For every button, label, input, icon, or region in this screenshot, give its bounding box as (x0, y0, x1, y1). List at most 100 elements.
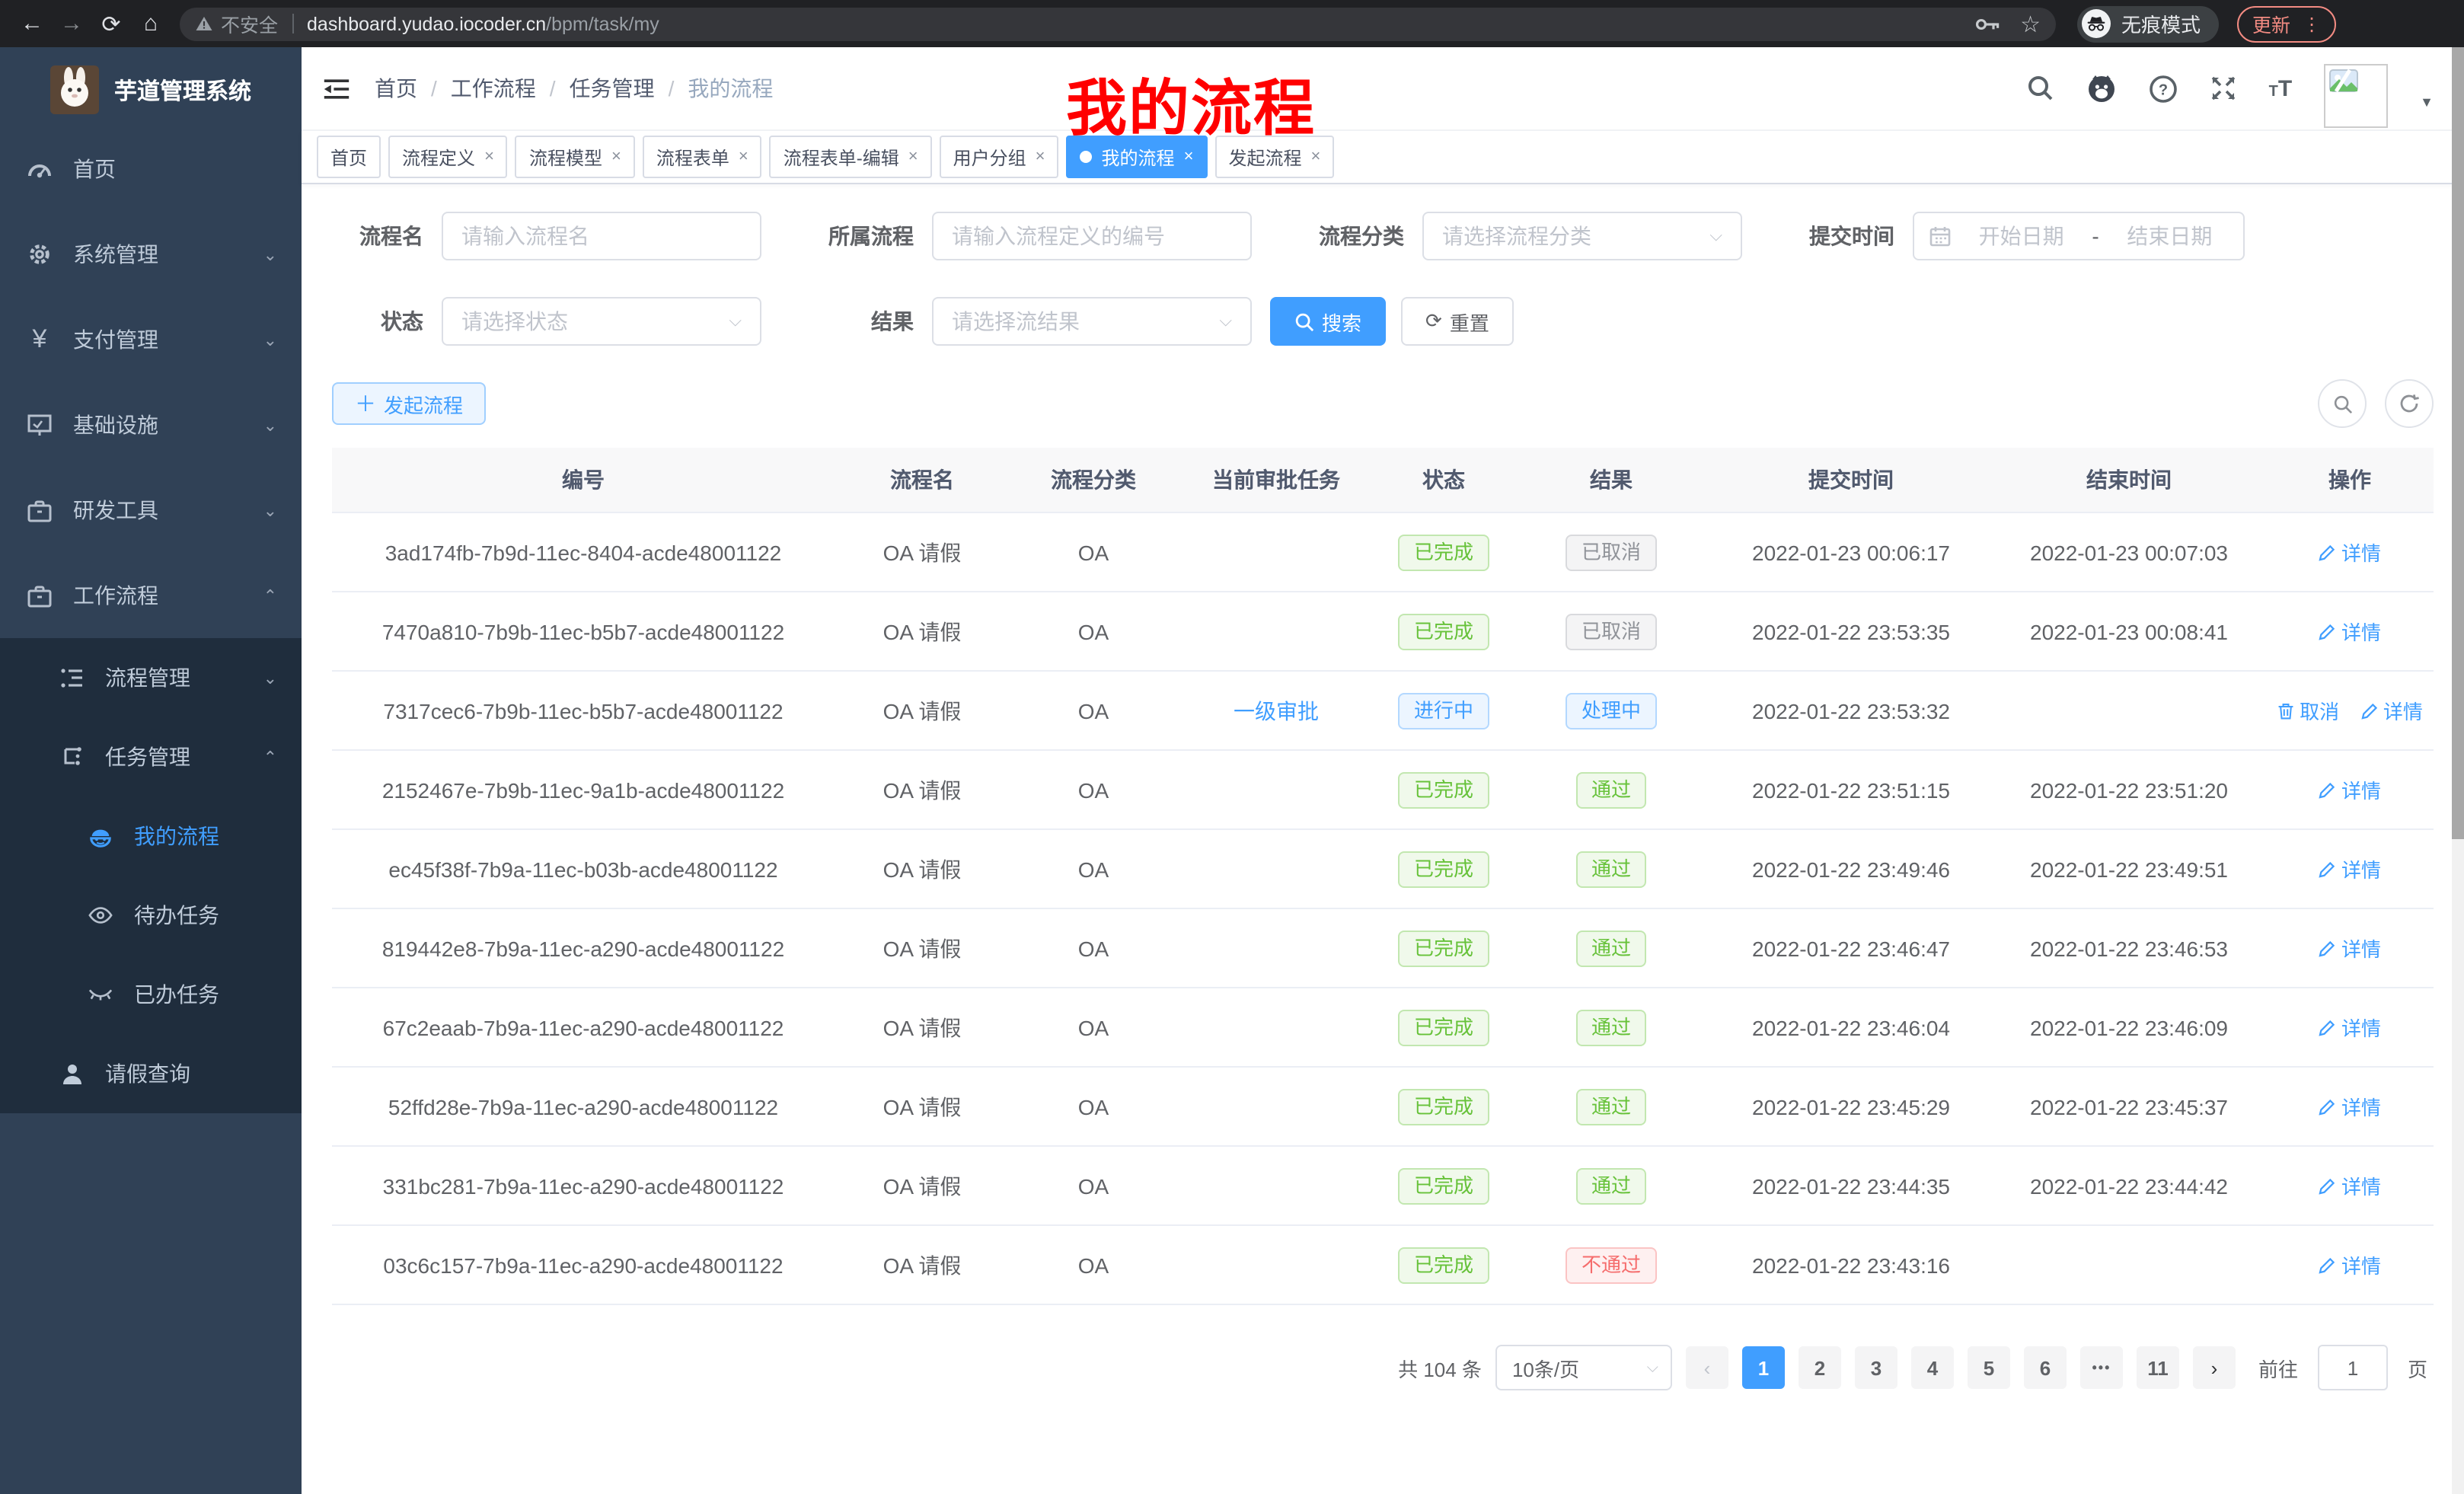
key-icon[interactable] (1974, 16, 1999, 31)
sidebar-item-system[interactable]: 系统管理 ⌄ (0, 212, 302, 297)
cancel-link[interactable]: 取消 (2277, 696, 2339, 725)
page-button-5[interactable]: 5 (1968, 1346, 2010, 1389)
page-button-4[interactable]: 4 (1911, 1346, 1954, 1389)
tab-process-form[interactable]: 流程表单× (643, 136, 762, 178)
help-icon[interactable]: ? (2149, 74, 2178, 103)
tab-my-process-active[interactable]: 我的流程× (1067, 136, 1208, 178)
avatar-caret-icon[interactable]: ▼ (2420, 94, 2434, 110)
col-header: 提交时间 (1710, 448, 1992, 512)
incognito-label: 无痕模式 (2121, 9, 2201, 38)
refresh-table-button[interactable] (2385, 379, 2434, 428)
github-icon[interactable] (2086, 73, 2117, 104)
font-size-icon[interactable]: TT (2269, 75, 2293, 101)
detail-link[interactable]: 详情 (2319, 1013, 2381, 1042)
detail-link[interactable]: 详情 (2319, 1171, 2381, 1200)
detail-link[interactable]: 详情 (2319, 934, 2381, 962)
plus-icon: ＋ (355, 388, 376, 419)
edit-icon (2319, 860, 2337, 878)
table-row: 7470a810-7b9b-11ec-b5b7-acde48001122 OA … (332, 592, 2434, 671)
submit-time-range-picker[interactable]: 开始日期 - 结束日期 (1913, 212, 2245, 260)
tree-list-icon (59, 668, 84, 688)
sidebar-item-home[interactable]: 首页 (0, 126, 302, 212)
close-icon[interactable]: × (1036, 148, 1045, 166)
security-warning[interactable]: 不安全 (195, 9, 278, 38)
total-count: 共 104 条 (1398, 1353, 1482, 1382)
breadcrumb-item[interactable]: 工作流程 (451, 73, 536, 104)
close-icon[interactable]: × (1184, 148, 1194, 166)
next-page-button[interactable]: › (2193, 1346, 2236, 1389)
create-process-button[interactable]: ＋ 发起流程 (332, 382, 486, 425)
close-icon[interactable]: × (611, 148, 621, 166)
sidebar-item-label: 待办任务 (134, 900, 219, 931)
prev-page-button[interactable]: ‹ (1686, 1346, 1728, 1389)
close-icon[interactable]: × (908, 148, 918, 166)
page-button-6[interactable]: 6 (2024, 1346, 2067, 1389)
more-pages-icon[interactable]: ••• (2080, 1346, 2123, 1389)
current-task-link[interactable]: 一级审批 (1234, 695, 1319, 726)
address-bar[interactable]: 不安全 dashboard.yudao.iocoder.cn /bpm/task… (180, 7, 2056, 40)
tab-user-group[interactable]: 用户分组× (940, 136, 1059, 178)
search-icon[interactable] (2027, 75, 2054, 102)
close-icon[interactable]: × (1310, 148, 1320, 166)
sidebar-item-workflow[interactable]: 工作流程 ⌃ (0, 553, 302, 638)
avatar[interactable] (2324, 64, 2388, 128)
fullscreen-icon[interactable] (2210, 75, 2237, 102)
detail-link[interactable]: 详情 (2319, 1250, 2381, 1279)
browser-menu-icon[interactable]: ⋮ (2303, 13, 2321, 34)
browser-home-icon[interactable]: ⌂ (131, 11, 171, 37)
category-select[interactable]: 请选择流程分类⌵ (1422, 212, 1742, 260)
detail-link[interactable]: 详情 (2319, 1092, 2381, 1121)
sidebar-item-done-task[interactable]: 已办任务 (0, 955, 302, 1034)
browser-reload-icon[interactable]: ⟳ (91, 10, 131, 37)
page-scrollbar[interactable] (2452, 47, 2464, 1494)
sidebar-item-process-mgmt[interactable]: 流程管理 ⌄ (0, 638, 302, 717)
page-button-2[interactable]: 2 (1799, 1346, 1841, 1389)
sidebar-item-label: 已办任务 (134, 979, 219, 1010)
col-header: 流程分类 (1010, 448, 1177, 512)
browser-forward-icon[interactable]: → (52, 11, 91, 37)
sidebar-item-my-process[interactable]: 我的流程 (0, 796, 302, 876)
page-button-last[interactable]: 11 (2137, 1346, 2179, 1389)
person-icon (59, 1062, 84, 1085)
detail-link[interactable]: 详情 (2360, 696, 2423, 725)
browser-back-icon[interactable]: ← (12, 11, 52, 37)
close-icon[interactable]: × (739, 148, 748, 166)
sidebar-item-todo-task[interactable]: 待办任务 (0, 876, 302, 955)
process-name-input[interactable]: 请输入流程名 (442, 212, 761, 260)
app-logo-row[interactable]: 芋道管理系统 (0, 47, 302, 126)
result-chip: 通过 (1576, 930, 1646, 966)
detail-link[interactable]: 详情 (2319, 775, 2381, 804)
sidebar-item-payment[interactable]: ¥ 支付管理 ⌄ (0, 297, 302, 382)
breadcrumb-item[interactable]: 任务管理 (570, 73, 655, 104)
tab-home[interactable]: 首页 (317, 136, 381, 178)
status-select[interactable]: 请选择状态⌵ (442, 297, 761, 346)
tab-start-process[interactable]: 发起流程× (1214, 136, 1334, 178)
tab-process-definition[interactable]: 流程定义× (388, 136, 508, 178)
incognito-badge: 无痕模式 (2077, 5, 2219, 42)
detail-link[interactable]: 详情 (2319, 854, 2381, 883)
tab-process-model[interactable]: 流程模型× (515, 136, 635, 178)
sidebar-item-infra[interactable]: 基础设施 ⌄ (0, 382, 302, 468)
scrollbar-thumb[interactable] (2452, 47, 2464, 839)
goto-page-input[interactable] (2318, 1345, 2388, 1390)
sidebar-item-task-mgmt[interactable]: 任务管理 ⌃ (0, 717, 302, 796)
process-def-input[interactable]: 请输入流程定义的编号 (932, 212, 1252, 260)
detail-link[interactable]: 详情 (2319, 538, 2381, 567)
page-size-select[interactable]: 10条/页⌵ (1495, 1345, 1672, 1390)
sidebar-item-devtools[interactable]: 研发工具 ⌄ (0, 468, 302, 553)
result-select[interactable]: 请选择流结果⌵ (932, 297, 1252, 346)
tab-process-form-edit[interactable]: 流程表单-编辑× (770, 136, 932, 178)
detail-link[interactable]: 详情 (2319, 617, 2381, 646)
breadcrumb-item[interactable]: 首页 (375, 73, 417, 104)
close-icon[interactable]: × (484, 148, 494, 166)
sidebar-toggle-icon[interactable] (323, 77, 350, 100)
update-button[interactable]: 更新 ⋮ (2237, 5, 2336, 42)
bookmark-star-icon[interactable]: ☆ (2020, 10, 2041, 37)
sidebar-item-leave-query[interactable]: 请假查询 (0, 1034, 302, 1113)
page-button-1[interactable]: 1 (1742, 1346, 1785, 1389)
search-button[interactable]: 搜索 (1270, 297, 1386, 346)
show-search-button[interactable] (2318, 379, 2367, 428)
calendar-icon (1929, 225, 1951, 247)
reset-button[interactable]: ⟳ 重置 (1401, 297, 1514, 346)
page-button-3[interactable]: 3 (1855, 1346, 1897, 1389)
